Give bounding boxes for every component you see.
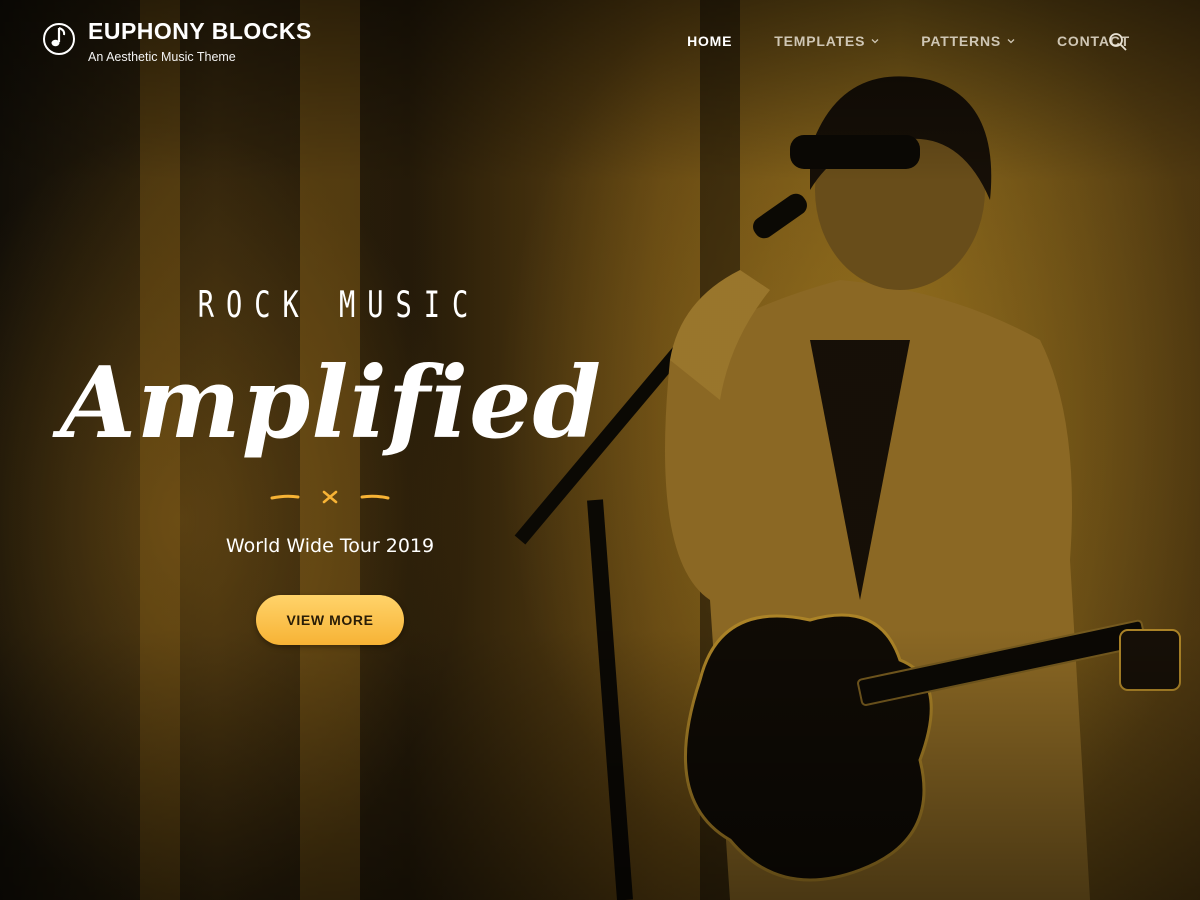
view-more-button[interactable]: VIEW MORE — [256, 595, 404, 645]
nav-item-home[interactable]: HOME — [687, 33, 732, 49]
site-header: EUPHONY BLOCKS An Aesthetic Music Theme … — [0, 0, 1200, 90]
x-divider-icon — [270, 490, 390, 504]
search-icon[interactable] — [1108, 32, 1128, 52]
site-brand[interactable]: EUPHONY BLOCKS An Aesthetic Music Theme — [42, 18, 312, 64]
hero-subtitle: World Wide Tour 2019 — [225, 535, 435, 557]
chevron-down-icon — [871, 39, 879, 44]
nav-item-label: PATTERNS — [921, 33, 1001, 49]
hero-content: ROCK MUSIC Amplified World Wide Tour 201… — [60, 280, 602, 645]
hero-headline: Amplified — [60, 346, 602, 461]
site-title[interactable]: EUPHONY BLOCKS — [88, 18, 312, 44]
hero-eyebrow: ROCK MUSIC — [197, 284, 481, 327]
primary-nav: HOME TEMPLATES PATTERNS CONTACT — [645, 33, 1130, 49]
nav-item-patterns[interactable]: PATTERNS — [921, 33, 1015, 49]
music-note-icon — [43, 23, 75, 55]
nav-item-templates[interactable]: TEMPLATES — [774, 33, 879, 49]
site-tagline: An Aesthetic Music Theme — [88, 50, 236, 64]
nav-item-label: TEMPLATES — [774, 33, 866, 49]
nav-item-label: HOME — [687, 33, 733, 49]
chevron-down-icon — [1007, 39, 1015, 44]
